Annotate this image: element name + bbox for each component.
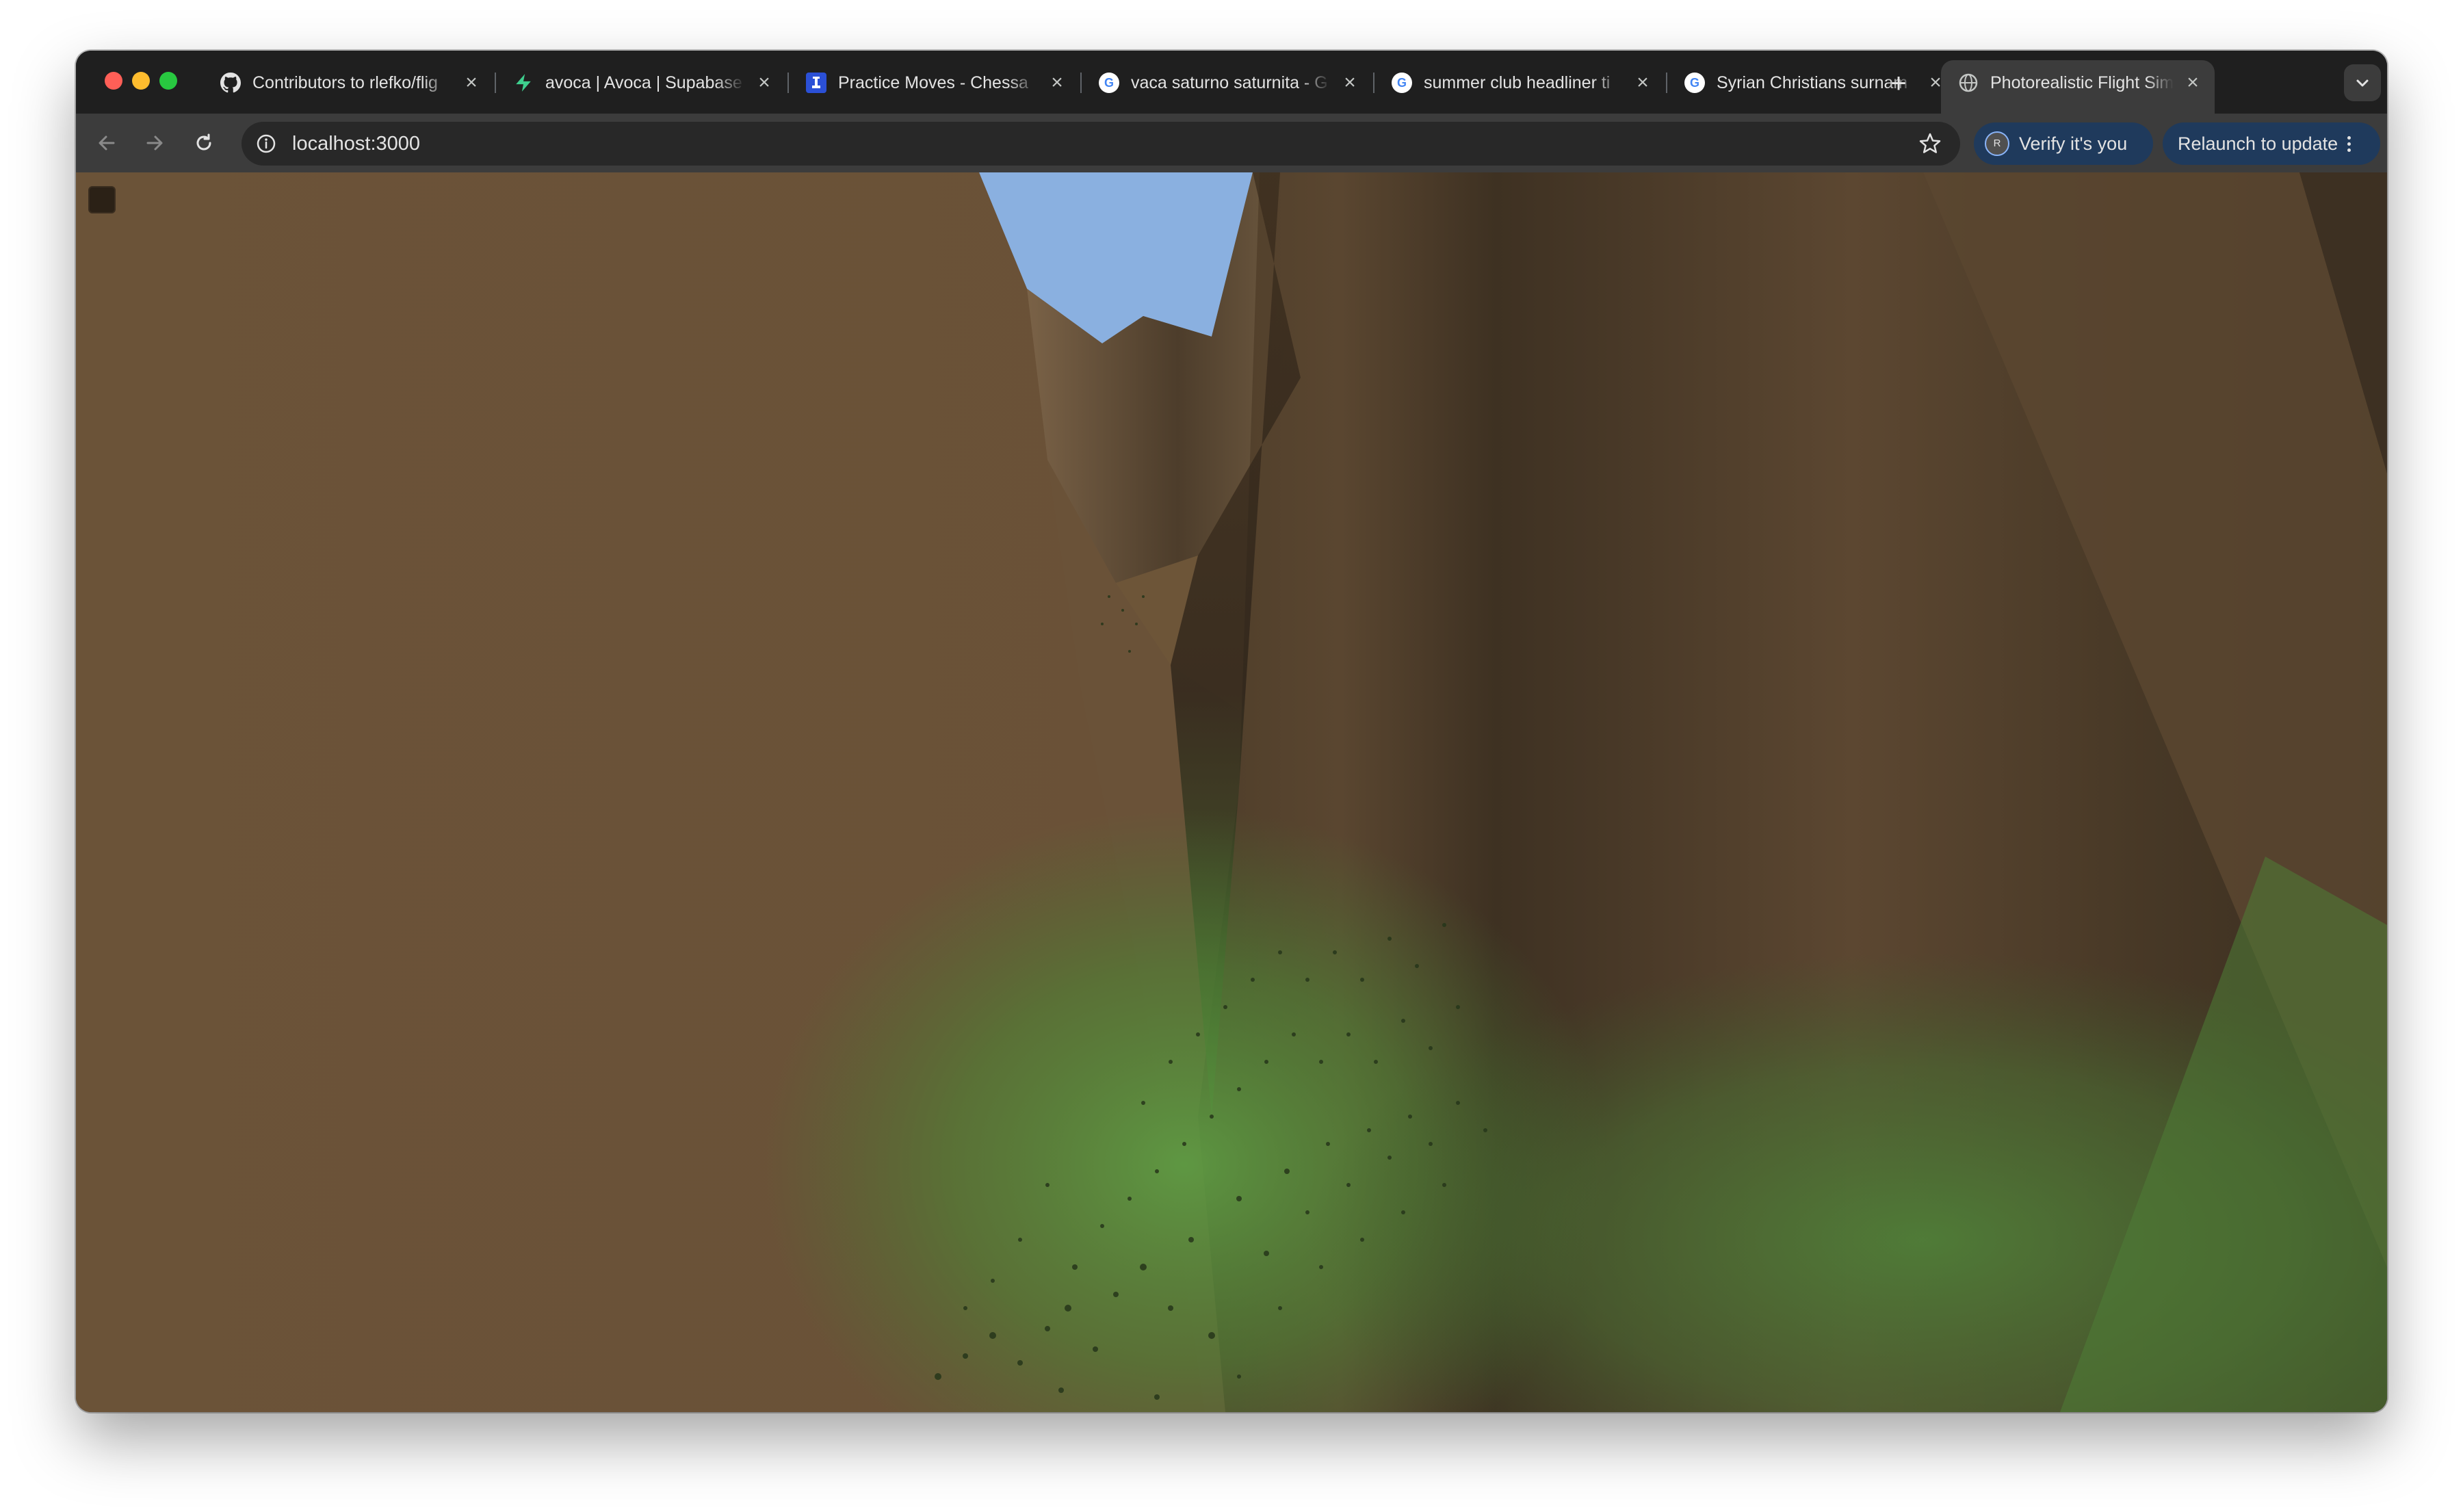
- minimize-window-button[interactable]: [132, 72, 150, 90]
- flight-sim-canvas[interactable]: [76, 172, 2387, 1412]
- chevron-down-icon: [2356, 79, 2369, 87]
- tab-title: Practice Moves - Chessa: [838, 73, 1028, 92]
- new-tab-button[interactable]: +: [1882, 67, 1915, 100]
- info-icon[interactable]: [255, 133, 277, 155]
- close-tab-icon[interactable]: ×: [2182, 72, 2204, 94]
- close-tab-icon[interactable]: ×: [753, 72, 775, 94]
- close-tab-icon[interactable]: ×: [1339, 72, 1361, 94]
- close-tab-icon[interactable]: ×: [1632, 72, 1654, 94]
- browser-window: Contributors to rlefko/flig × avoca | Av…: [76, 51, 2387, 1412]
- browser-toolbar: localhost:3000 R Verify it's you Relaunc…: [76, 114, 2387, 172]
- tab-strip: Contributors to rlefko/flig × avoca | Av…: [76, 51, 2387, 114]
- zoom-window-button[interactable]: [159, 72, 177, 90]
- tab-practice-moves[interactable]: Practice Moves - Chessa ×: [789, 60, 1079, 105]
- svg-text:G: G: [1690, 76, 1699, 90]
- tab-title: Contributors to rlefko/flig: [252, 73, 438, 92]
- verify-identity-button[interactable]: R Verify it's you: [1974, 122, 2153, 165]
- relaunch-button[interactable]: Relaunch to update: [2163, 122, 2380, 165]
- arrow-left-icon: [99, 135, 115, 151]
- tab-contributors[interactable]: Contributors to rlefko/flig ×: [203, 60, 493, 105]
- relaunch-label: Relaunch to update: [2178, 133, 2338, 154]
- google-icon: G: [1684, 72, 1706, 94]
- tab-flight-sim[interactable]: Photorealistic Flight Sim ×: [1941, 60, 2215, 114]
- google-icon: G: [1098, 72, 1120, 94]
- arrow-right-icon: [146, 135, 163, 151]
- close-window-button[interactable]: [105, 72, 122, 90]
- hud-indicator: [88, 186, 116, 213]
- more-menu-icon[interactable]: [2347, 135, 2351, 152]
- tab-title: Photorealistic Flight Sim: [1990, 73, 2174, 92]
- close-tab-icon[interactable]: ×: [460, 72, 482, 94]
- supabase-icon: [512, 72, 534, 94]
- svg-text:G: G: [1104, 76, 1114, 90]
- github-icon: [220, 72, 242, 94]
- verify-label: Verify it's you: [2019, 133, 2128, 154]
- avatar: R: [1985, 131, 2009, 156]
- svg-text:G: G: [1397, 76, 1407, 90]
- chess-icon: [805, 72, 827, 94]
- tab-vaca-saturno[interactable]: G vaca saturno saturnita - G ×: [1082, 60, 1372, 105]
- tab-search-button[interactable]: [2344, 64, 2381, 101]
- address-bar[interactable]: localhost:3000: [242, 122, 1960, 166]
- bookmark-star-icon[interactable]: [1918, 131, 1942, 156]
- url-text[interactable]: localhost:3000: [292, 122, 1866, 166]
- back-button[interactable]: [91, 127, 122, 159]
- reload-button[interactable]: [188, 127, 220, 159]
- google-icon: G: [1391, 72, 1413, 94]
- close-tab-icon[interactable]: ×: [1046, 72, 1068, 94]
- tab-title: vaca saturno saturnita - G: [1131, 73, 1328, 92]
- globe-icon: [1957, 72, 1979, 94]
- forward-button[interactable]: [139, 127, 170, 159]
- tab-summer-club[interactable]: G summer club headliner ti ×: [1374, 60, 1665, 105]
- reload-icon: [196, 133, 211, 151]
- tab-avoca[interactable]: avoca | Avoca | Supabase ×: [496, 60, 786, 105]
- canyon-scene: [76, 172, 2387, 1412]
- tab-title: summer club headliner ti: [1424, 73, 1611, 92]
- tab-title: avoca | Avoca | Supabase: [545, 73, 742, 92]
